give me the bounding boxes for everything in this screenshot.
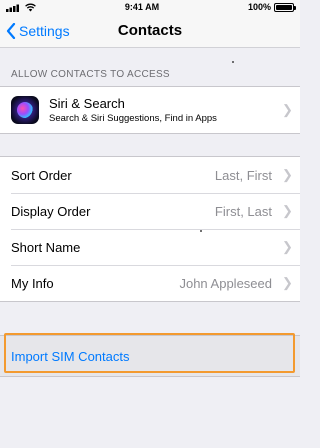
import-section: Import SIM Contacts	[0, 333, 300, 377]
row-label: Sort Order	[11, 167, 72, 183]
access-group: Siri & Search Search & Siri Suggestions,…	[0, 86, 300, 134]
row-short-name[interactable]: Short Name ❯	[0, 229, 300, 265]
row-value: John Appleseed	[179, 275, 272, 291]
row-value: First, Last	[214, 203, 272, 219]
siri-text: Siri & Search Search & Siri Suggestions,…	[49, 96, 282, 124]
chevron-right-icon: ❯	[282, 203, 293, 218]
status-bar: 9:41 AM 100%	[0, 0, 300, 14]
row-label: My Info	[11, 275, 54, 291]
chevron-left-icon	[6, 23, 16, 39]
navigation-bar: Settings Contacts	[0, 14, 300, 48]
row-sort-order[interactable]: Sort Order Last, First ❯	[0, 157, 300, 193]
status-left	[6, 3, 36, 12]
siri-icon	[11, 96, 39, 124]
section-header-access: ALLOW CONTACTS TO ACCESS	[11, 69, 170, 80]
page-title: Contacts	[117, 22, 183, 39]
siri-search-row[interactable]: Siri & Search Search & Siri Suggestions,…	[0, 87, 300, 133]
battery-icon	[274, 2, 296, 12]
chevron-right-icon: ❯	[282, 239, 293, 254]
row-my-info[interactable]: My Info John Appleseed ❯	[0, 265, 300, 301]
import-sim-contacts-button[interactable]: Import SIM Contacts	[0, 335, 300, 377]
back-label: Settings	[19, 23, 70, 39]
settings-group: Sort Order Last, First ❯ Display Order F…	[0, 156, 300, 302]
siri-title: Siri & Search	[49, 96, 125, 111]
chevron-right-icon: ❯	[282, 102, 293, 117]
chevron-right-icon: ❯	[282, 167, 293, 182]
stray-dot	[232, 61, 234, 63]
wifi-icon	[25, 3, 36, 11]
import-label: Import SIM Contacts	[11, 348, 130, 364]
signal-bars-icon	[6, 4, 19, 12]
row-value: Last, First	[214, 167, 272, 183]
back-button[interactable]: Settings	[6, 14, 70, 48]
stray-dot	[200, 230, 202, 232]
status-time: 9:41 AM	[124, 2, 160, 12]
row-display-order[interactable]: Display Order First, Last ❯	[0, 193, 300, 229]
siri-orb	[17, 102, 33, 118]
row-label: Short Name	[11, 239, 81, 255]
row-label: Display Order	[11, 203, 91, 219]
status-right: 100%	[247, 2, 296, 12]
battery-percent: 100%	[247, 2, 271, 12]
siri-subtitle: Search & Siri Suggestions, Find in Apps	[49, 113, 217, 124]
chevron-right-icon: ❯	[282, 275, 293, 290]
